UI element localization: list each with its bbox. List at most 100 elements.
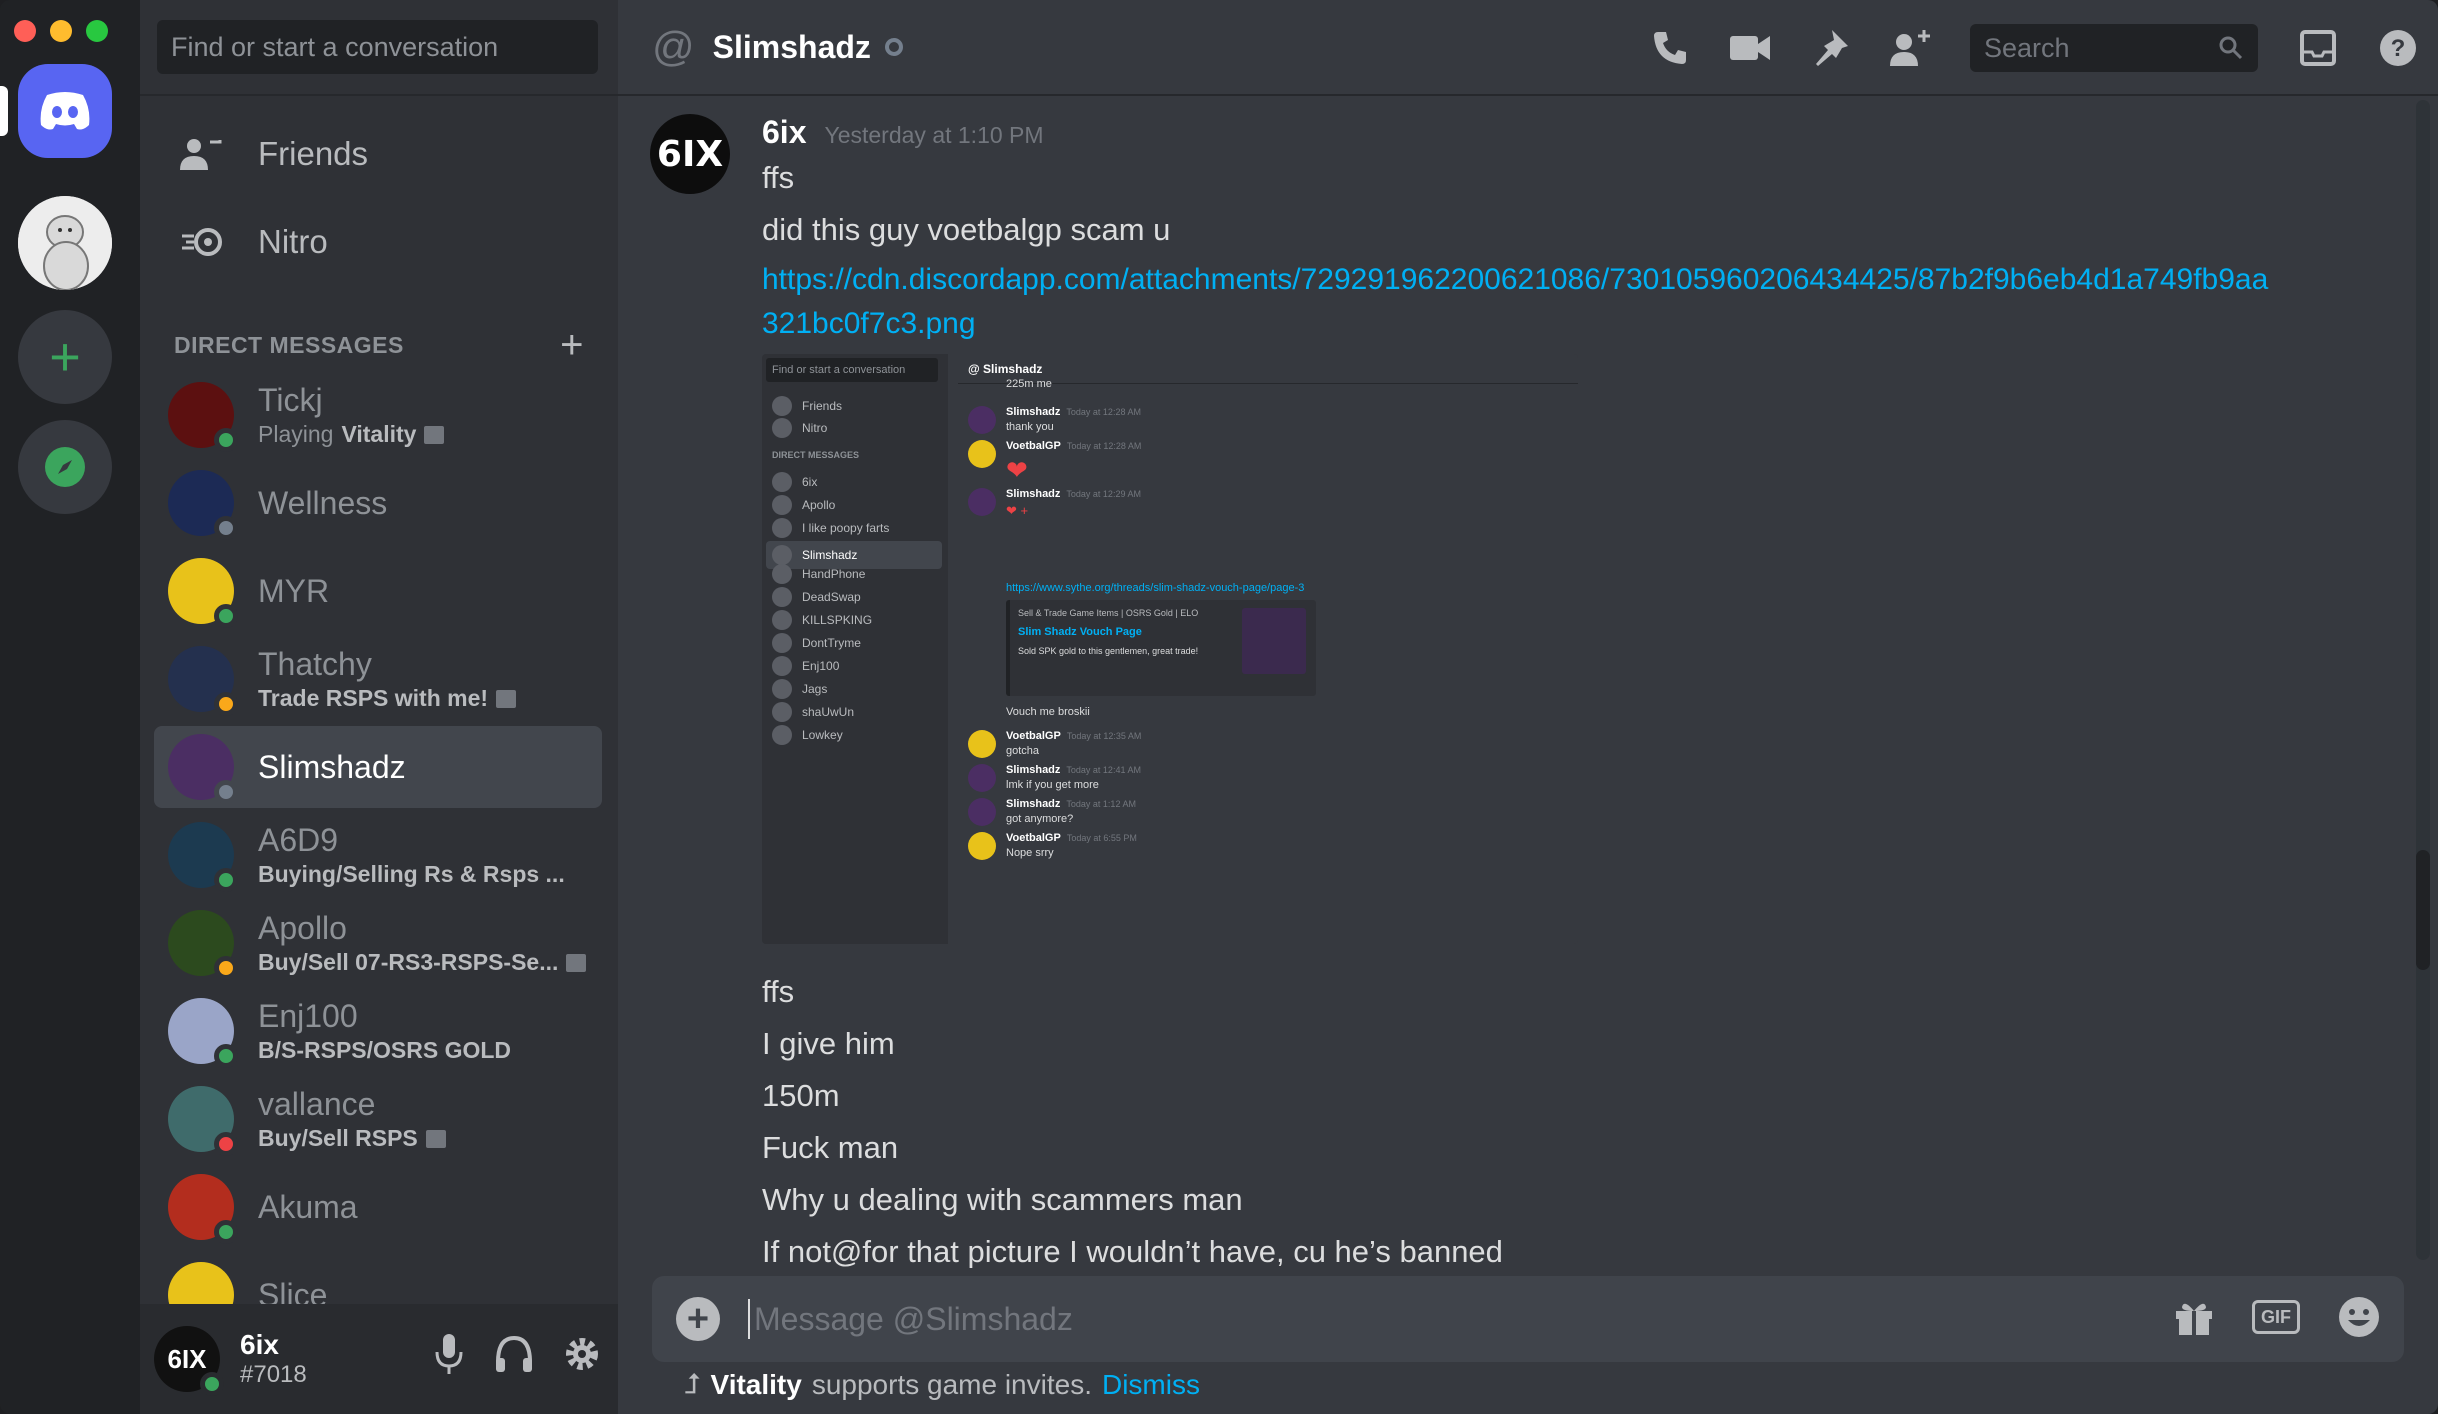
attachment-link[interactable]: https://cdn.discordapp.com/attachments/7… [762, 258, 2282, 346]
home-button[interactable] [18, 64, 112, 158]
attachment-message-time: Today at 12:41 AM [1066, 765, 1141, 775]
dm-text: Tickj Playing Vitality [258, 382, 445, 448]
minimize-window-button[interactable] [50, 20, 72, 42]
attachment-dm-name: HandPhone [802, 567, 866, 581]
add-server-button[interactable]: + [18, 310, 112, 404]
dm-name: Tickj [258, 382, 323, 418]
dm-item-a6d9[interactable]: A6D9 Buying/Selling Rs & Rsps ... [154, 814, 602, 896]
microphone-icon[interactable] [432, 1332, 466, 1376]
dm-item-enj100[interactable]: Enj100 B/S-RSPS/OSRS GOLD [154, 990, 602, 1072]
chat-area: @ Slimshadz Search ? 6IX 6ix Yesterday a… [618, 0, 2438, 1414]
scrollbar-thumb[interactable] [2416, 850, 2430, 970]
attachment-dm-item: I like poopy farts [772, 518, 889, 538]
dm-item-thatchy[interactable]: Thatchy Trade RSPS with me! [154, 638, 602, 720]
dm-name: vallance [258, 1086, 376, 1122]
attachment-message-time: Today at 12:28 AM [1066, 407, 1141, 417]
add-friends-to-dm-button[interactable] [1870, 28, 1950, 68]
attachment-dm-name: KILLSPKING [802, 613, 873, 627]
status-indicator [214, 692, 238, 716]
video-call-button[interactable] [1710, 32, 1790, 64]
rich-presence-icon [496, 689, 517, 708]
rich-presence-icon [425, 1129, 446, 1148]
voice-call-button[interactable] [1630, 28, 1710, 68]
gif-button[interactable]: GIF [2252, 1300, 2300, 1334]
attachment-dm-item: KILLSPKING [772, 610, 872, 630]
status-indicator [214, 1044, 238, 1068]
phone-call-icon [1654, 32, 1686, 64]
attachment-nav-item: Nitro [772, 418, 827, 438]
settings-gear-icon[interactable] [562, 1332, 602, 1376]
dm-name: Akuma [258, 1188, 358, 1225]
dm-avatar [168, 646, 238, 716]
user-avatar[interactable]: 6IX [154, 1326, 224, 1396]
help-button[interactable]: ? [2358, 28, 2438, 68]
attachment-dm-name: shaUwUn [802, 705, 855, 719]
pinned-messages-button[interactable] [1790, 28, 1870, 68]
dm-item-slimshadz[interactable]: Slimshadz [154, 726, 602, 808]
server-avatar[interactable] [18, 196, 112, 290]
dm-name: Thatchy [258, 646, 372, 682]
dm-avatar [168, 1086, 238, 1156]
dm-text: A6D9 Buying/Selling Rs & Rsps ... [258, 822, 565, 888]
close-window-button[interactable] [14, 20, 36, 42]
nav-friends[interactable]: Friends [176, 124, 368, 184]
plus-icon: + [49, 327, 81, 387]
maximize-window-button[interactable] [86, 20, 108, 42]
upload-button[interactable]: + [676, 1297, 720, 1341]
dm-item-myr[interactable]: MYR [154, 550, 602, 632]
gift-icon[interactable] [2172, 1295, 2216, 1339]
inbox-button[interactable] [2278, 28, 2358, 68]
headphones-icon[interactable] [494, 1332, 534, 1376]
nav-nitro[interactable]: Nitro [176, 212, 328, 272]
attachment-message-time: Today at 12:35 AM [1066, 731, 1142, 741]
sidebar-divider [140, 94, 618, 96]
status-indicator [214, 604, 238, 628]
status-indicator [214, 428, 238, 452]
attachment-find: Find or start a conversation [766, 358, 938, 382]
message-author[interactable]: 6ix [762, 114, 806, 151]
pin-icon [1816, 30, 1848, 66]
attachment-dm-name: I like poopy farts [802, 521, 890, 535]
rich-presence-icon [424, 425, 445, 444]
message-author-avatar[interactable]: 6IX [650, 114, 730, 194]
dm-item-tickj[interactable]: Tickj Playing Vitality [154, 374, 602, 456]
dm-item-vallance[interactable]: vallance Buy/Sell RSPS [154, 1078, 602, 1160]
direct-messages-header: DIRECT MESSAGES + [174, 323, 584, 368]
compass-icon [45, 447, 85, 487]
attachment-message-avatar [968, 488, 996, 516]
discord-logo-icon [40, 92, 90, 130]
dm-avatar [168, 734, 238, 804]
dm-item-apollo[interactable]: Apollo Buy/Sell 07-RS3-RSPS-Se... [154, 902, 602, 984]
message-input[interactable]: Message @Slimshadz [748, 1299, 1073, 1339]
attachment-header-title: Slimshadz [983, 362, 1043, 376]
window-controls [14, 20, 108, 42]
dm-activity: Buy/Sell RSPS [258, 1125, 446, 1152]
message-line: If not@for that picture I wouldn’t have,… [762, 1234, 1503, 1268]
explore-servers-button[interactable] [18, 420, 112, 514]
dm-item-wellness[interactable]: Wellness [154, 462, 602, 544]
user-name: 6ix [240, 1329, 279, 1360]
inbox-icon [2300, 30, 2336, 66]
recipient-status-indicator [884, 38, 903, 56]
create-dm-button[interactable]: + [560, 323, 584, 368]
user-status-indicator [200, 1372, 224, 1396]
attachment-dm-item: Enj100 [772, 656, 839, 676]
search-input[interactable]: Search [1970, 24, 2258, 72]
dm-name: MYR [258, 572, 330, 609]
dismiss-link[interactable]: Dismiss [1102, 1369, 1200, 1401]
message-scrollbar[interactable] [2416, 100, 2430, 1260]
user-info: 6ix #7018 [240, 1329, 307, 1389]
attachment-image[interactable]: Find or start a conversation Friends Nit… [762, 354, 1578, 944]
dm-avatar [168, 1174, 238, 1244]
friends-icon [176, 128, 228, 180]
dm-name: Enj100 [258, 998, 358, 1034]
help-icon: ? [2380, 30, 2416, 66]
emoji-icon[interactable] [2336, 1294, 2382, 1340]
attachment-message-author: VoetbalGP [1006, 440, 1061, 452]
search-icon [2219, 36, 2243, 60]
find-conversation-input[interactable]: Find or start a conversation [157, 20, 598, 74]
dm-item-akuma[interactable]: Akuma [154, 1166, 602, 1248]
message-line: ffs [762, 160, 795, 195]
dm-name: A6D9 [258, 822, 339, 858]
message-header: 6ix Yesterday at 1:10 PM [762, 114, 1044, 151]
